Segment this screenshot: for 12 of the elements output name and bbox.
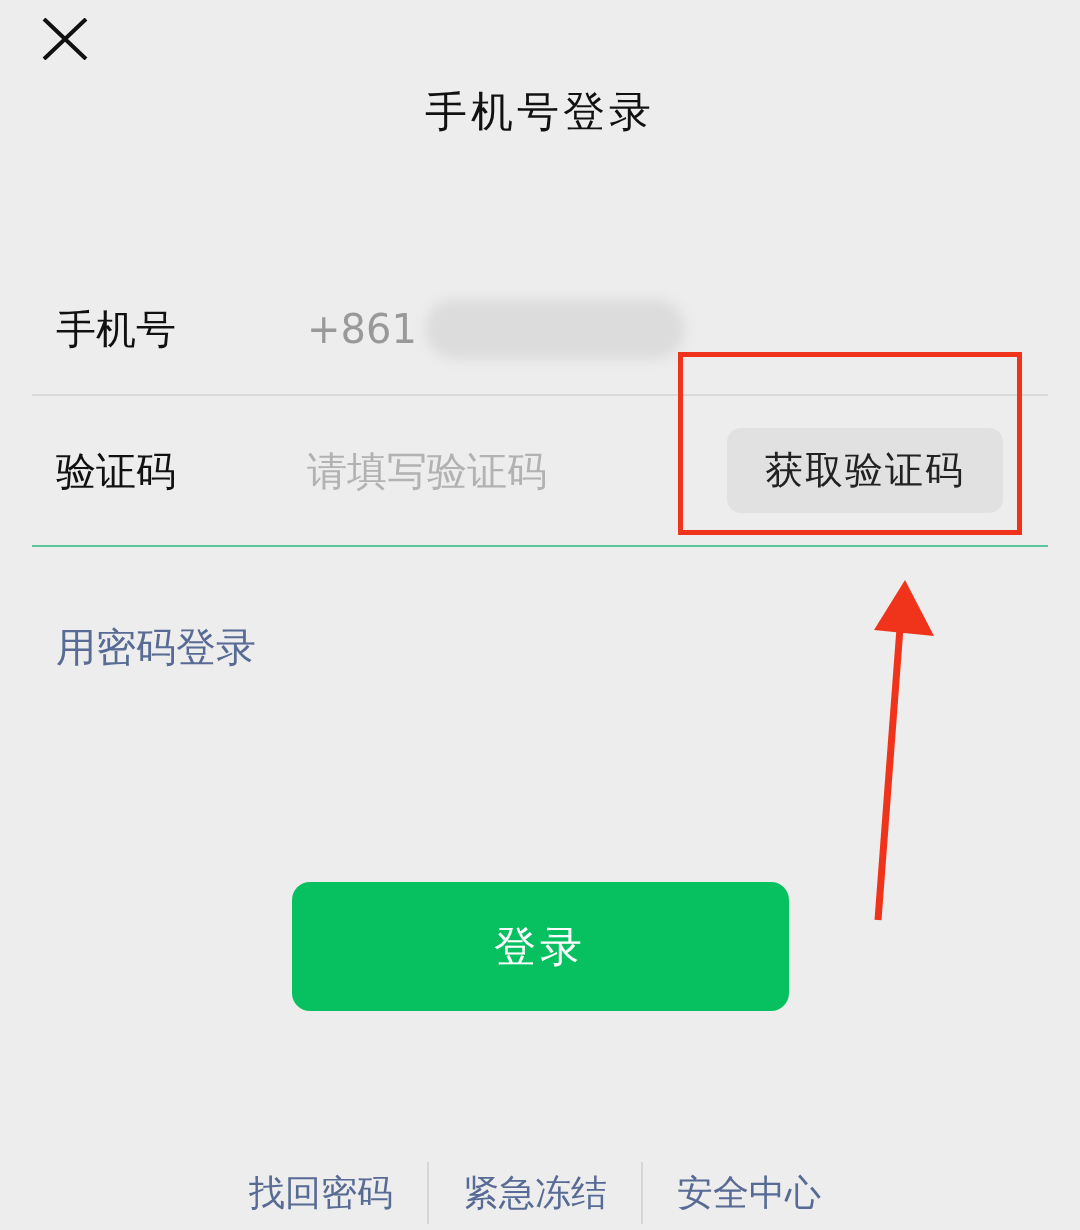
login-button[interactable]: 登录 xyxy=(291,882,789,1011)
footer-link[interactable]: 找回密码 xyxy=(215,1166,427,1220)
field-label: 手机号 xyxy=(55,304,177,354)
page-title: 手机号登录 xyxy=(425,86,655,138)
footer-link[interactable]: 紧急冻结 xyxy=(429,1166,641,1220)
footer-link[interactable]: 安全中心 xyxy=(643,1166,855,1220)
password-login-link[interactable]: 用密码登录 xyxy=(56,624,256,670)
field-label: 验证码 xyxy=(55,446,177,496)
code-field[interactable]: 请填写验证码 xyxy=(307,440,702,501)
get-code-button[interactable]: 获取验证码 xyxy=(727,428,1003,513)
close-icon[interactable] xyxy=(42,18,88,60)
phone-field[interactable]: +861 xyxy=(307,298,419,359)
